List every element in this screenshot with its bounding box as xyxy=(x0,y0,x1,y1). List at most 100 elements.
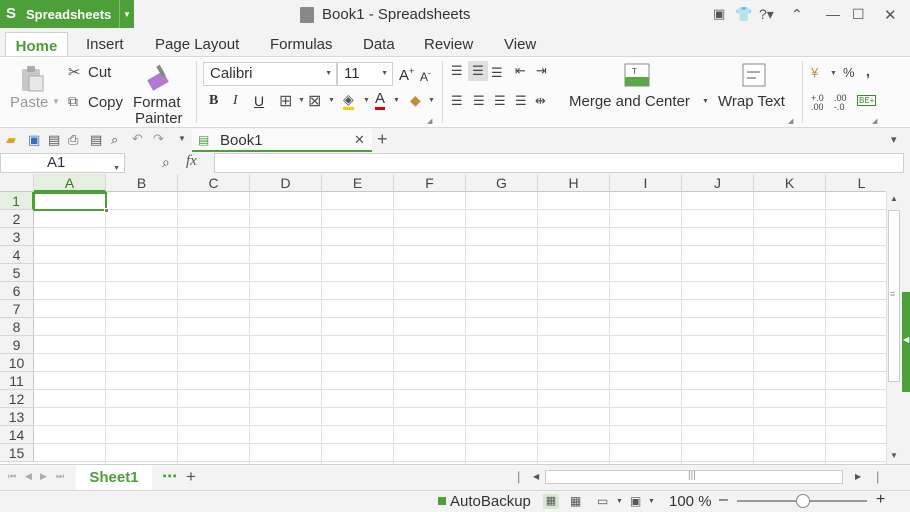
row-header-11[interactable]: 11 xyxy=(0,372,34,390)
decrease-indent-icon[interactable]: ⇤ xyxy=(515,63,526,79)
format-painter-icon[interactable] xyxy=(147,63,173,91)
percent-button[interactable]: % xyxy=(843,65,855,80)
first-sheet-icon[interactable]: ⏮ xyxy=(8,471,16,482)
tab-review[interactable]: Review xyxy=(424,36,473,53)
spreadsheet-grid[interactable]: A B C D E F G H I J K L 1 2 3 4 5 6 7 8 … xyxy=(0,174,886,464)
normal-view-icon[interactable]: ▦ xyxy=(543,494,559,509)
split-handle-icon[interactable]: | xyxy=(517,469,520,484)
bold-button[interactable]: B xyxy=(209,93,218,109)
shirt-icon[interactable]: 👕 xyxy=(735,6,752,23)
find-icon[interactable]: ⌕ xyxy=(111,132,118,148)
align-center-icon[interactable]: ☰ xyxy=(473,93,485,109)
align-right-icon[interactable]: ☰ xyxy=(494,93,506,109)
undo-icon[interactable]: ↶ xyxy=(132,131,143,147)
active-cell-a1[interactable] xyxy=(33,192,109,213)
name-box[interactable]: A1 ▼ xyxy=(0,153,125,173)
open-folder-icon[interactable]: ▰ xyxy=(6,132,16,148)
increase-indent-icon[interactable]: ⇥ xyxy=(536,63,547,79)
skin-icon[interactable]: ▣ xyxy=(713,6,725,22)
row-header-2[interactable]: 2 xyxy=(0,210,34,228)
cut-button[interactable]: Cut xyxy=(88,64,111,81)
paste-dropdown-icon[interactable]: ▼ xyxy=(52,97,60,106)
minimize-icon[interactable]: — xyxy=(826,6,840,22)
font-name-select[interactable]: Calibri ▼ xyxy=(203,62,337,86)
tab-insert[interactable]: Insert xyxy=(86,36,124,53)
select-all-corner[interactable] xyxy=(0,174,34,192)
column-header-c[interactable]: C xyxy=(178,174,250,192)
redo-icon[interactable]: ↷ xyxy=(153,131,164,147)
wrap-text-button[interactable]: Wrap Text xyxy=(718,93,785,110)
collapse-ribbon-icon[interactable]: ⌃ xyxy=(791,6,803,23)
formula-input[interactable] xyxy=(214,153,904,173)
column-header-e[interactable]: E xyxy=(322,174,394,192)
borders-icon[interactable]: ⊞ xyxy=(279,91,292,111)
scroll-left-icon[interactable]: ◀ xyxy=(533,472,539,481)
page-break-view-icon[interactable]: ▦ xyxy=(570,494,581,508)
increase-font-icon[interactable]: A+ xyxy=(399,66,414,84)
chevron-down-icon[interactable]: ▼ xyxy=(428,97,435,104)
align-middle-icon[interactable]: ☰ xyxy=(468,61,488,81)
italic-button[interactable]: I xyxy=(233,93,238,109)
font-color-icon[interactable]: A xyxy=(375,91,386,110)
scroll-right-icon[interactable]: ▶ xyxy=(855,472,861,481)
tab-home[interactable]: Home xyxy=(5,32,68,58)
row-header-14[interactable]: 14 xyxy=(0,426,34,444)
row-header-8[interactable]: 8 xyxy=(0,318,34,336)
cell-style-icon[interactable]: ⊠ xyxy=(308,91,321,111)
side-panel-toggle[interactable]: ◀ xyxy=(902,292,910,392)
currency-icon[interactable]: ¥ xyxy=(811,65,818,80)
paste-button[interactable]: Paste xyxy=(10,94,48,111)
zoom-in-button[interactable]: + xyxy=(876,491,885,509)
underline-button[interactable]: U xyxy=(254,93,264,109)
copy-icon[interactable]: ⧉ xyxy=(68,93,78,110)
tab-data[interactable]: Data xyxy=(363,36,395,53)
font-size-select[interactable]: 11 ▼ xyxy=(337,62,393,86)
font-dialog-launcher-icon[interactable]: ◢ xyxy=(427,117,432,125)
tab-view[interactable]: View xyxy=(504,36,536,53)
row-header-1[interactable]: 1 xyxy=(0,192,34,210)
alignment-dialog-launcher-icon[interactable]: ◢ xyxy=(788,117,793,125)
copy-button[interactable]: Copy xyxy=(88,94,123,111)
chevron-down-icon[interactable]: ▼ xyxy=(648,498,655,505)
fill-handle[interactable] xyxy=(104,208,109,213)
comma-style-button[interactable]: , xyxy=(866,63,870,79)
chevron-down-icon[interactable]: ▼ xyxy=(616,498,623,505)
column-header-j[interactable]: J xyxy=(682,174,754,192)
fx-icon[interactable]: fx xyxy=(186,153,197,170)
customize-toolbar-icon[interactable]: ▼ xyxy=(178,134,186,143)
decrease-font-icon[interactable]: A- xyxy=(420,68,431,84)
autobackup-button[interactable]: AutoBackup xyxy=(450,493,531,510)
close-icon[interactable]: ✕ xyxy=(884,6,897,24)
app-menu-dropdown-icon[interactable]: ▼ xyxy=(119,0,134,28)
toolbar-menu-icon[interactable]: ▾ xyxy=(891,133,897,146)
row-header-9[interactable]: 9 xyxy=(0,336,34,354)
zoom-level[interactable]: 100 % xyxy=(669,493,712,510)
row-header-7[interactable]: 7 xyxy=(0,300,34,318)
reading-layout-icon[interactable]: ▭ xyxy=(597,494,608,508)
prev-sheet-icon[interactable]: ◀ xyxy=(25,471,32,482)
print-icon[interactable]: ⎙ xyxy=(68,132,78,148)
number-dialog-launcher-icon[interactable]: ◢ xyxy=(872,117,877,125)
column-header-f[interactable]: F xyxy=(394,174,466,192)
tab-formulas[interactable]: Formulas xyxy=(270,36,333,53)
help-icon[interactable]: ?▾ xyxy=(759,6,774,23)
distributed-icon[interactable]: ⇹ xyxy=(535,93,546,109)
column-header-g[interactable]: G xyxy=(466,174,538,192)
chevron-down-icon[interactable]: ▼ xyxy=(830,70,837,77)
chevron-down-icon[interactable]: ▼ xyxy=(328,97,335,104)
chevron-down-icon[interactable]: ▼ xyxy=(393,97,400,104)
document-tab[interactable]: ▤ Book1 ✕ xyxy=(192,129,372,152)
sheet-tab-sheet1[interactable]: Sheet1 xyxy=(76,465,152,491)
close-tab-icon[interactable]: ✕ xyxy=(354,132,365,148)
scroll-down-icon[interactable]: ▼ xyxy=(890,451,898,460)
column-header-d[interactable]: D xyxy=(250,174,322,192)
chevron-down-icon[interactable]: ▼ xyxy=(298,97,305,104)
wrap-text-icon[interactable] xyxy=(742,63,766,87)
column-header-h[interactable]: H xyxy=(538,174,610,192)
scissors-icon[interactable]: ✂ xyxy=(68,63,81,81)
row-header-10[interactable]: 10 xyxy=(0,354,34,372)
column-header-i[interactable]: I xyxy=(610,174,682,192)
increase-decimal-icon[interactable]: +.0.00 xyxy=(811,94,824,112)
format-painter-label-2[interactable]: Painter xyxy=(135,110,183,127)
clear-format-icon[interactable]: ◆ xyxy=(410,92,421,109)
